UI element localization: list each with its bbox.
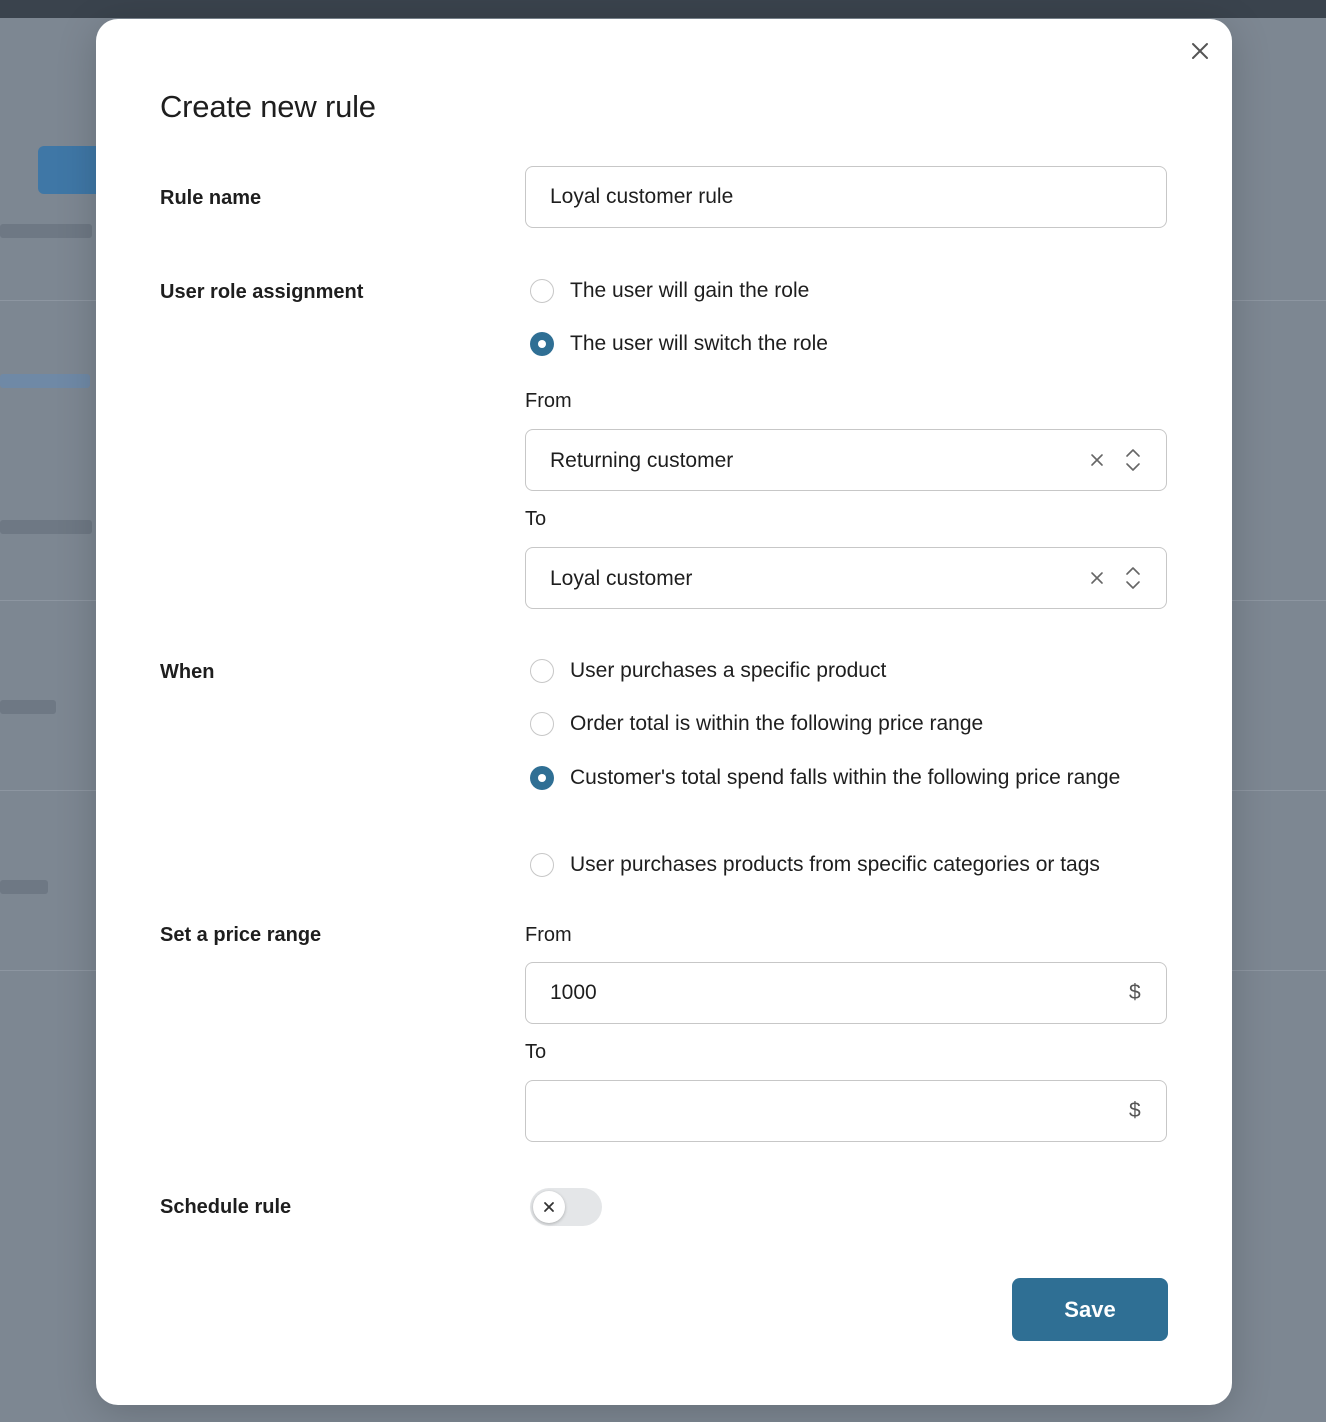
- price-from-field: $: [525, 962, 1167, 1024]
- radio-label: Order total is within the following pric…: [570, 712, 984, 735]
- radio-label: The user will gain the role: [570, 279, 810, 302]
- close-button[interactable]: [1188, 39, 1212, 63]
- save-button[interactable]: Save: [1012, 1278, 1168, 1341]
- from-role-value: Returning customer: [550, 449, 734, 472]
- background-topbar: [0, 0, 1326, 18]
- background-text: [0, 880, 48, 894]
- radio-label: User purchases products from specific ca…: [570, 853, 1100, 876]
- radio-circle-selected: [530, 332, 554, 356]
- close-icon: [1192, 43, 1208, 59]
- chevron-up-down-icon[interactable]: [1124, 564, 1142, 592]
- radio-circle: [530, 659, 554, 683]
- toggle-knob: [533, 1191, 565, 1223]
- radio-label: User purchases a specific product: [570, 659, 887, 682]
- radio-circle: [530, 279, 554, 303]
- close-icon: [544, 1202, 554, 1212]
- currency-symbol: $: [1129, 1099, 1141, 1122]
- to-role-select[interactable]: Loyal customer: [525, 547, 1167, 609]
- background-text: [0, 224, 92, 238]
- clear-selection-icon[interactable]: [1087, 450, 1107, 470]
- when-label: When: [160, 661, 215, 683]
- rule-name-input[interactable]: [525, 166, 1167, 228]
- radio-circle: [530, 853, 554, 877]
- create-rule-modal: Create new rule Rule name User role assi…: [96, 19, 1232, 1405]
- schedule-rule-label: Schedule rule: [160, 1196, 292, 1218]
- role-assignment-label: User role assignment: [160, 281, 364, 303]
- price-to-field: $: [525, 1080, 1167, 1142]
- to-role-value: Loyal customer: [550, 567, 693, 590]
- radio-label: The user will switch the role: [570, 332, 828, 355]
- radio-circle: [530, 712, 554, 736]
- background-link: [0, 374, 90, 388]
- modal-title: Create new rule: [160, 89, 376, 124]
- currency-symbol: $: [1129, 981, 1141, 1004]
- background-text: [0, 520, 92, 534]
- background-text: [0, 700, 56, 714]
- radio-label: Customer's total spend falls within the …: [570, 766, 1121, 789]
- chevron-up-down-icon[interactable]: [1124, 446, 1142, 474]
- price-to-label: To: [525, 1041, 547, 1063]
- schedule-rule-toggle[interactable]: [530, 1188, 602, 1226]
- radio-circle-selected: [530, 766, 554, 790]
- rule-name-label: Rule name: [160, 187, 262, 209]
- from-role-select[interactable]: Returning customer: [525, 429, 1167, 491]
- from-role-label: From: [525, 390, 572, 412]
- clear-selection-icon[interactable]: [1087, 568, 1107, 588]
- price-to-input[interactable]: [526, 1081, 1134, 1141]
- price-from-label: From: [525, 924, 572, 946]
- to-role-label: To: [525, 508, 547, 530]
- price-range-label: Set a price range: [160, 924, 322, 946]
- price-from-input[interactable]: [526, 963, 1134, 1023]
